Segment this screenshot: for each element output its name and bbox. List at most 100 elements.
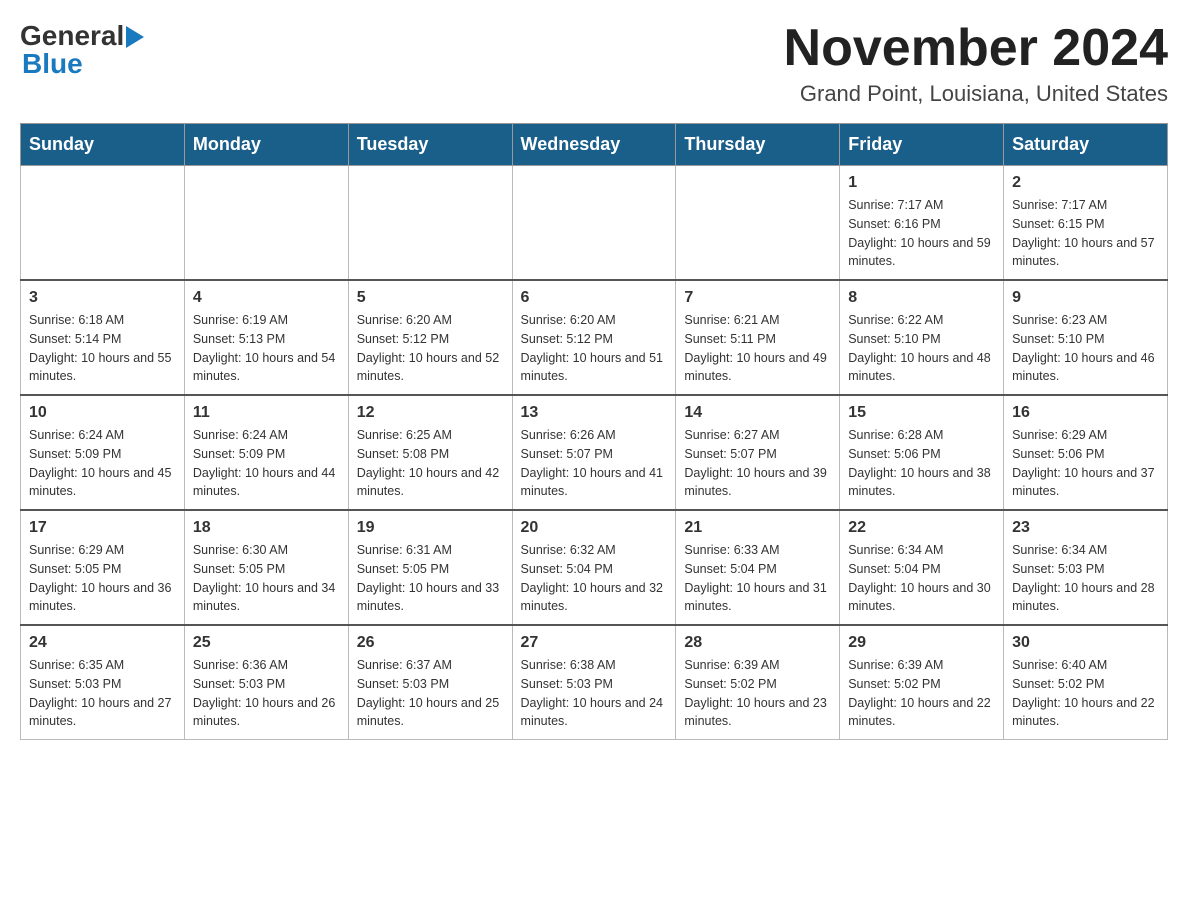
day-info: Sunrise: 6:34 AMSunset: 5:03 PMDaylight:…	[1012, 541, 1159, 616]
calendar-week-row: 3 Sunrise: 6:18 AMSunset: 5:14 PMDaylight…	[21, 280, 1168, 395]
day-info: Sunrise: 6:33 AMSunset: 5:04 PMDaylight:…	[684, 541, 831, 616]
calendar-week-row: 17 Sunrise: 6:29 AMSunset: 5:05 PMDayligh…	[21, 510, 1168, 625]
day-number: 9	[1012, 289, 1159, 307]
calendar-week-row: 10 Sunrise: 6:24 AMSunset: 5:09 PMDayligh…	[21, 395, 1168, 510]
day-info: Sunrise: 6:30 AMSunset: 5:05 PMDaylight:…	[193, 541, 340, 616]
day-info: Sunrise: 6:26 AMSunset: 5:07 PMDaylight:…	[521, 426, 668, 501]
day-info: Sunrise: 6:28 AMSunset: 5:06 PMDaylight:…	[848, 426, 995, 501]
calendar-cell: 27 Sunrise: 6:38 AMSunset: 5:03 PMDayligh…	[512, 625, 676, 740]
day-number: 30	[1012, 634, 1159, 652]
col-saturday: Saturday	[1004, 124, 1168, 166]
day-number: 29	[848, 634, 995, 652]
calendar-cell	[348, 166, 512, 281]
day-info: Sunrise: 6:22 AMSunset: 5:10 PMDaylight:…	[848, 311, 995, 386]
calendar-header-row: Sunday Monday Tuesday Wednesday Thursday…	[21, 124, 1168, 166]
calendar-cell: 12 Sunrise: 6:25 AMSunset: 5:08 PMDayligh…	[348, 395, 512, 510]
day-number: 24	[29, 634, 176, 652]
calendar-week-row: 24Sunrise: 6:35 AMSunset: 5:03 PMDayligh…	[21, 625, 1168, 740]
day-number: 20	[521, 519, 668, 537]
calendar-cell: 14Sunrise: 6:27 AMSunset: 5:07 PMDayligh…	[676, 395, 840, 510]
subtitle: Grand Point, Louisiana, United States	[784, 81, 1168, 107]
col-sunday: Sunday	[21, 124, 185, 166]
day-info: Sunrise: 6:34 AMSunset: 5:04 PMDaylight:…	[848, 541, 995, 616]
calendar-cell: 1 Sunrise: 7:17 AMSunset: 6:16 PMDaylight…	[840, 166, 1004, 281]
col-tuesday: Tuesday	[348, 124, 512, 166]
calendar-cell	[21, 166, 185, 281]
calendar-cell: 20 Sunrise: 6:32 AMSunset: 5:04 PMDayligh…	[512, 510, 676, 625]
day-number: 6	[521, 289, 668, 307]
logo-container: General Blue	[20, 20, 144, 80]
day-number: 7	[684, 289, 831, 307]
day-info: Sunrise: 6:37 AMSunset: 5:03 PMDaylight:…	[357, 656, 504, 731]
day-number: 10	[29, 404, 176, 422]
day-number: 8	[848, 289, 995, 307]
calendar-cell: 29 Sunrise: 6:39 AMSunset: 5:02 PMDayligh…	[840, 625, 1004, 740]
logo-arrow-icon	[126, 26, 144, 48]
calendar-cell: 2Sunrise: 7:17 AMSunset: 6:15 PMDaylight…	[1004, 166, 1168, 281]
page-header: General Blue November 2024 Grand Point, …	[20, 20, 1168, 107]
day-info: Sunrise: 6:32 AMSunset: 5:04 PMDaylight:…	[521, 541, 668, 616]
day-number: 4	[193, 289, 340, 307]
calendar-cell: 13 Sunrise: 6:26 AMSunset: 5:07 PMDayligh…	[512, 395, 676, 510]
day-info: Sunrise: 6:29 AMSunset: 5:06 PMDaylight:…	[1012, 426, 1159, 501]
day-info: Sunrise: 6:21 AMSunset: 5:11 PMDaylight:…	[684, 311, 831, 386]
logo-blue-text: Blue	[22, 48, 144, 80]
calendar-cell: 16 Sunrise: 6:29 AMSunset: 5:06 PMDayligh…	[1004, 395, 1168, 510]
main-title: November 2024	[784, 20, 1168, 77]
day-number: 18	[193, 519, 340, 537]
calendar-cell: 11 Sunrise: 6:24 AMSunset: 5:09 PMDayligh…	[184, 395, 348, 510]
day-info: Sunrise: 6:20 AMSunset: 5:12 PMDaylight:…	[521, 311, 668, 386]
calendar-cell: 23Sunrise: 6:34 AMSunset: 5:03 PMDayligh…	[1004, 510, 1168, 625]
day-info: Sunrise: 7:17 AMSunset: 6:16 PMDaylight:…	[848, 196, 995, 271]
calendar-cell	[184, 166, 348, 281]
day-info: Sunrise: 6:24 AMSunset: 5:09 PMDaylight:…	[193, 426, 340, 501]
day-number: 17	[29, 519, 176, 537]
calendar-cell: 10 Sunrise: 6:24 AMSunset: 5:09 PMDayligh…	[21, 395, 185, 510]
day-info: Sunrise: 6:24 AMSunset: 5:09 PMDaylight:…	[29, 426, 176, 501]
calendar-cell: 21 Sunrise: 6:33 AMSunset: 5:04 PMDayligh…	[676, 510, 840, 625]
day-info: Sunrise: 6:20 AMSunset: 5:12 PMDaylight:…	[357, 311, 504, 386]
day-number: 12	[357, 404, 504, 422]
calendar-cell: 3 Sunrise: 6:18 AMSunset: 5:14 PMDaylight…	[21, 280, 185, 395]
col-friday: Friday	[840, 124, 1004, 166]
day-number: 22	[848, 519, 995, 537]
day-info: Sunrise: 6:25 AMSunset: 5:08 PMDaylight:…	[357, 426, 504, 501]
day-number: 1	[848, 174, 995, 192]
calendar-cell: 22 Sunrise: 6:34 AMSunset: 5:04 PMDayligh…	[840, 510, 1004, 625]
day-number: 26	[357, 634, 504, 652]
day-info: Sunrise: 6:39 AMSunset: 5:02 PMDaylight:…	[848, 656, 995, 731]
day-info: Sunrise: 6:29 AMSunset: 5:05 PMDaylight:…	[29, 541, 176, 616]
calendar-cell: 28 Sunrise: 6:39 AMSunset: 5:02 PMDayligh…	[676, 625, 840, 740]
calendar-cell: 24Sunrise: 6:35 AMSunset: 5:03 PMDayligh…	[21, 625, 185, 740]
col-thursday: Thursday	[676, 124, 840, 166]
day-number: 3	[29, 289, 176, 307]
title-section: November 2024 Grand Point, Louisiana, Un…	[784, 20, 1168, 107]
calendar-cell: 30 Sunrise: 6:40 AMSunset: 5:02 PMDayligh…	[1004, 625, 1168, 740]
day-number: 21	[684, 519, 831, 537]
day-number: 14	[684, 404, 831, 422]
day-info: Sunrise: 6:40 AMSunset: 5:02 PMDaylight:…	[1012, 656, 1159, 731]
calendar-cell: 6 Sunrise: 6:20 AMSunset: 5:12 PMDaylight…	[512, 280, 676, 395]
day-info: Sunrise: 6:19 AMSunset: 5:13 PMDaylight:…	[193, 311, 340, 386]
calendar-cell: 15Sunrise: 6:28 AMSunset: 5:06 PMDayligh…	[840, 395, 1004, 510]
day-number: 28	[684, 634, 831, 652]
day-info: Sunrise: 6:18 AMSunset: 5:14 PMDaylight:…	[29, 311, 176, 386]
calendar-cell: 19Sunrise: 6:31 AMSunset: 5:05 PMDayligh…	[348, 510, 512, 625]
calendar-cell	[676, 166, 840, 281]
calendar-week-row: 1 Sunrise: 7:17 AMSunset: 6:16 PMDaylight…	[21, 166, 1168, 281]
calendar-cell: 5 Sunrise: 6:20 AMSunset: 5:12 PMDaylight…	[348, 280, 512, 395]
day-number: 11	[193, 404, 340, 422]
calendar-cell: 4 Sunrise: 6:19 AMSunset: 5:13 PMDaylight…	[184, 280, 348, 395]
day-info: Sunrise: 6:39 AMSunset: 5:02 PMDaylight:…	[684, 656, 831, 731]
day-number: 13	[521, 404, 668, 422]
day-number: 2	[1012, 174, 1159, 192]
day-number: 5	[357, 289, 504, 307]
calendar-cell: 8 Sunrise: 6:22 AMSunset: 5:10 PMDaylight…	[840, 280, 1004, 395]
day-info: Sunrise: 6:31 AMSunset: 5:05 PMDaylight:…	[357, 541, 504, 616]
logo: General Blue	[20, 20, 144, 80]
day-number: 27	[521, 634, 668, 652]
day-number: 16	[1012, 404, 1159, 422]
calendar-cell: 26 Sunrise: 6:37 AMSunset: 5:03 PMDayligh…	[348, 625, 512, 740]
calendar-cell: 9Sunrise: 6:23 AMSunset: 5:10 PMDaylight…	[1004, 280, 1168, 395]
day-info: Sunrise: 6:38 AMSunset: 5:03 PMDaylight:…	[521, 656, 668, 731]
